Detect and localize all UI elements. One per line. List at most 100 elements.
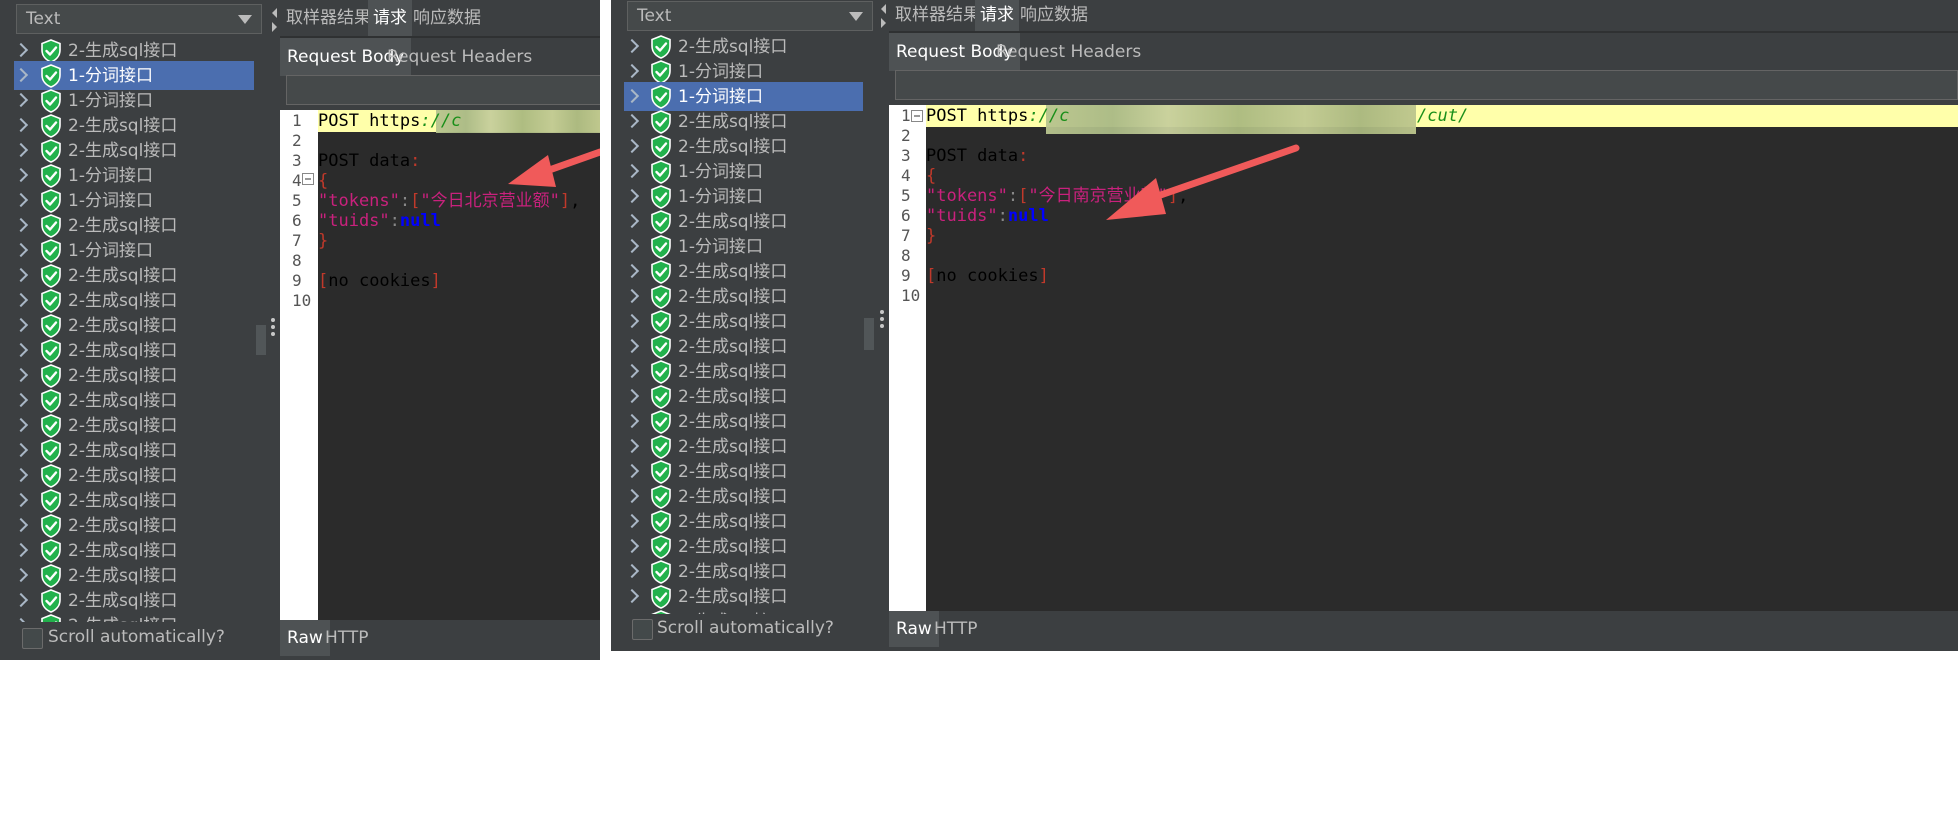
chevron-right-icon[interactable] — [624, 288, 640, 304]
chevron-right-icon[interactable] — [13, 367, 29, 383]
chevron-right-icon[interactable] — [13, 42, 29, 58]
chevron-right-icon[interactable] — [624, 363, 640, 379]
chevron-right-icon[interactable] — [13, 517, 29, 533]
chevron-right-icon[interactable] — [13, 442, 29, 458]
result-tab[interactable]: 响应数据 — [1015, 0, 1093, 31]
success-shield-icon — [40, 214, 62, 238]
bottom-view-tab[interactable]: HTTP — [318, 620, 376, 656]
tree-row-label: 1-分词接口 — [68, 91, 153, 111]
left-tree-scroll-thumb[interactable] — [256, 325, 266, 355]
success-shield-icon — [40, 339, 62, 363]
request-subtab[interactable]: Request Headers — [989, 33, 1148, 71]
line-number: 8 — [901, 246, 911, 265]
chevron-right-icon[interactable] — [624, 138, 640, 154]
fold-minus-icon[interactable] — [911, 110, 923, 122]
tree-row-label: 2-生成sql接口 — [678, 587, 788, 607]
result-tab[interactable]: 取样器结果 — [281, 0, 376, 36]
left-search-input[interactable] — [286, 75, 600, 105]
tree-row[interactable]: 2-生成sql接口 — [0, 611, 268, 622]
left-scroll-automatically-checkbox[interactable] — [22, 628, 43, 649]
chevron-right-icon[interactable] — [624, 538, 640, 554]
chevron-right-icon[interactable] — [624, 188, 640, 204]
chevron-right-icon[interactable] — [13, 92, 29, 108]
chevron-right-icon[interactable] — [624, 513, 640, 529]
request-subtab[interactable]: Request Headers — [380, 38, 539, 76]
chevron-right-icon[interactable] — [624, 263, 640, 279]
chevron-right-icon[interactable] — [13, 417, 29, 433]
chevron-right-icon[interactable] — [624, 388, 640, 404]
bottom-view-tab[interactable]: HTTP — [927, 611, 985, 647]
chevron-right-icon[interactable] — [624, 313, 640, 329]
chevron-right-icon[interactable] — [13, 192, 29, 208]
chevron-right-icon[interactable] — [13, 217, 29, 233]
right-tree-scroll-thumb[interactable] — [864, 318, 874, 350]
chevron-right-icon[interactable] — [13, 542, 29, 558]
tree-row-label: 2-生成sql接口 — [68, 416, 178, 436]
right-request-body-editor[interactable]: 1 POST https://c 2 3 POST data: 4{5 "tokens":… — [889, 105, 1958, 611]
success-shield-icon — [650, 35, 672, 59]
success-shield-icon — [40, 514, 62, 538]
chevron-right-icon[interactable] — [13, 142, 29, 158]
chevron-right-icon[interactable] — [624, 38, 640, 54]
tree-row-label: 2-生成sql接口 — [68, 316, 178, 336]
chevron-right-icon[interactable] — [13, 592, 29, 608]
left-detail-panel: 取样器结果 请求 响应数据 Request Body Request Headers … — [280, 0, 600, 660]
chevron-right-icon[interactable] — [13, 317, 29, 333]
success-shield-icon — [650, 60, 672, 84]
chevron-right-icon[interactable] — [624, 163, 640, 179]
right-split-divider[interactable] — [877, 0, 889, 651]
chevron-right-icon[interactable] — [624, 413, 640, 429]
line-number: 4 — [292, 171, 302, 190]
left-renderer-combo[interactable]: Text — [16, 4, 262, 34]
code-line: } — [926, 226, 937, 246]
left-results-tree-panel: Text 2-生成sql接口 1-分词接口 1-分词接口 2-生成sql接口 2-生成s… — [0, 0, 268, 660]
tree-row-label: 2-生成sql接口 — [678, 137, 788, 157]
tree-row[interactable]: 2-生成sql接口 — [611, 607, 877, 614]
chevron-right-icon[interactable] — [624, 488, 640, 504]
right-search-input[interactable] — [895, 70, 1958, 100]
right-scroll-automatically-checkbox[interactable] — [632, 619, 653, 640]
right-bottom-tabs: Raw HTTP — [889, 611, 1958, 647]
left-split-divider[interactable] — [268, 0, 280, 660]
chevron-right-icon[interactable] — [624, 563, 640, 579]
chevron-right-icon[interactable] — [624, 63, 640, 79]
tree-row-label: 2-生成sql接口 — [68, 141, 178, 161]
fold-minus-icon[interactable] — [302, 173, 314, 185]
chevron-right-icon[interactable] — [13, 617, 29, 622]
chevron-right-icon[interactable] — [624, 238, 640, 254]
chevron-right-icon[interactable] — [624, 463, 640, 479]
collapse-right-icon[interactable] — [272, 22, 277, 32]
chevron-right-icon[interactable] — [13, 242, 29, 258]
chevron-right-icon[interactable] — [13, 267, 29, 283]
right-sample-tree: 2-生成sql接口 1-分词接口 1-分词接口 2-生成sql接口 2-生成sql接口 1… — [611, 32, 877, 614]
chevron-right-icon[interactable] — [13, 167, 29, 183]
right-renderer-combo[interactable]: Text — [627, 1, 873, 31]
chevron-right-icon[interactable] — [624, 588, 640, 604]
chevron-right-icon[interactable] — [13, 292, 29, 308]
chevron-right-icon[interactable] — [624, 338, 640, 354]
success-shield-icon — [650, 85, 672, 109]
left-renderer-combo-value: Text — [26, 9, 61, 29]
chevron-right-icon[interactable] — [13, 117, 29, 133]
chevron-right-icon[interactable] — [13, 342, 29, 358]
collapse-left-icon[interactable] — [881, 4, 886, 14]
result-tab[interactable]: 请求 — [368, 0, 412, 36]
success-shield-icon — [650, 260, 672, 284]
chevron-right-icon[interactable] — [13, 467, 29, 483]
left-bottom-tabs: Raw HTTP — [280, 620, 600, 656]
result-tab[interactable]: 响应数据 — [408, 0, 486, 36]
chevron-right-icon[interactable] — [624, 113, 640, 129]
collapse-left-icon[interactable] — [272, 8, 277, 18]
chevron-right-icon[interactable] — [13, 567, 29, 583]
tree-row-label: 2-生成sql接口 — [68, 566, 178, 586]
result-tab[interactable]: 取样器结果 — [890, 0, 985, 31]
chevron-right-icon[interactable] — [13, 492, 29, 508]
chevron-right-icon[interactable] — [13, 392, 29, 408]
result-tab[interactable]: 请求 — [975, 0, 1019, 31]
tree-row-label: 2-生成sql接口 — [678, 462, 788, 482]
success-shield-icon — [650, 210, 672, 234]
chevron-right-icon[interactable] — [624, 213, 640, 229]
chevron-right-icon[interactable] — [624, 438, 640, 454]
annotation-arrow-icon — [1106, 144, 1300, 220]
collapse-right-icon[interactable] — [881, 18, 886, 28]
